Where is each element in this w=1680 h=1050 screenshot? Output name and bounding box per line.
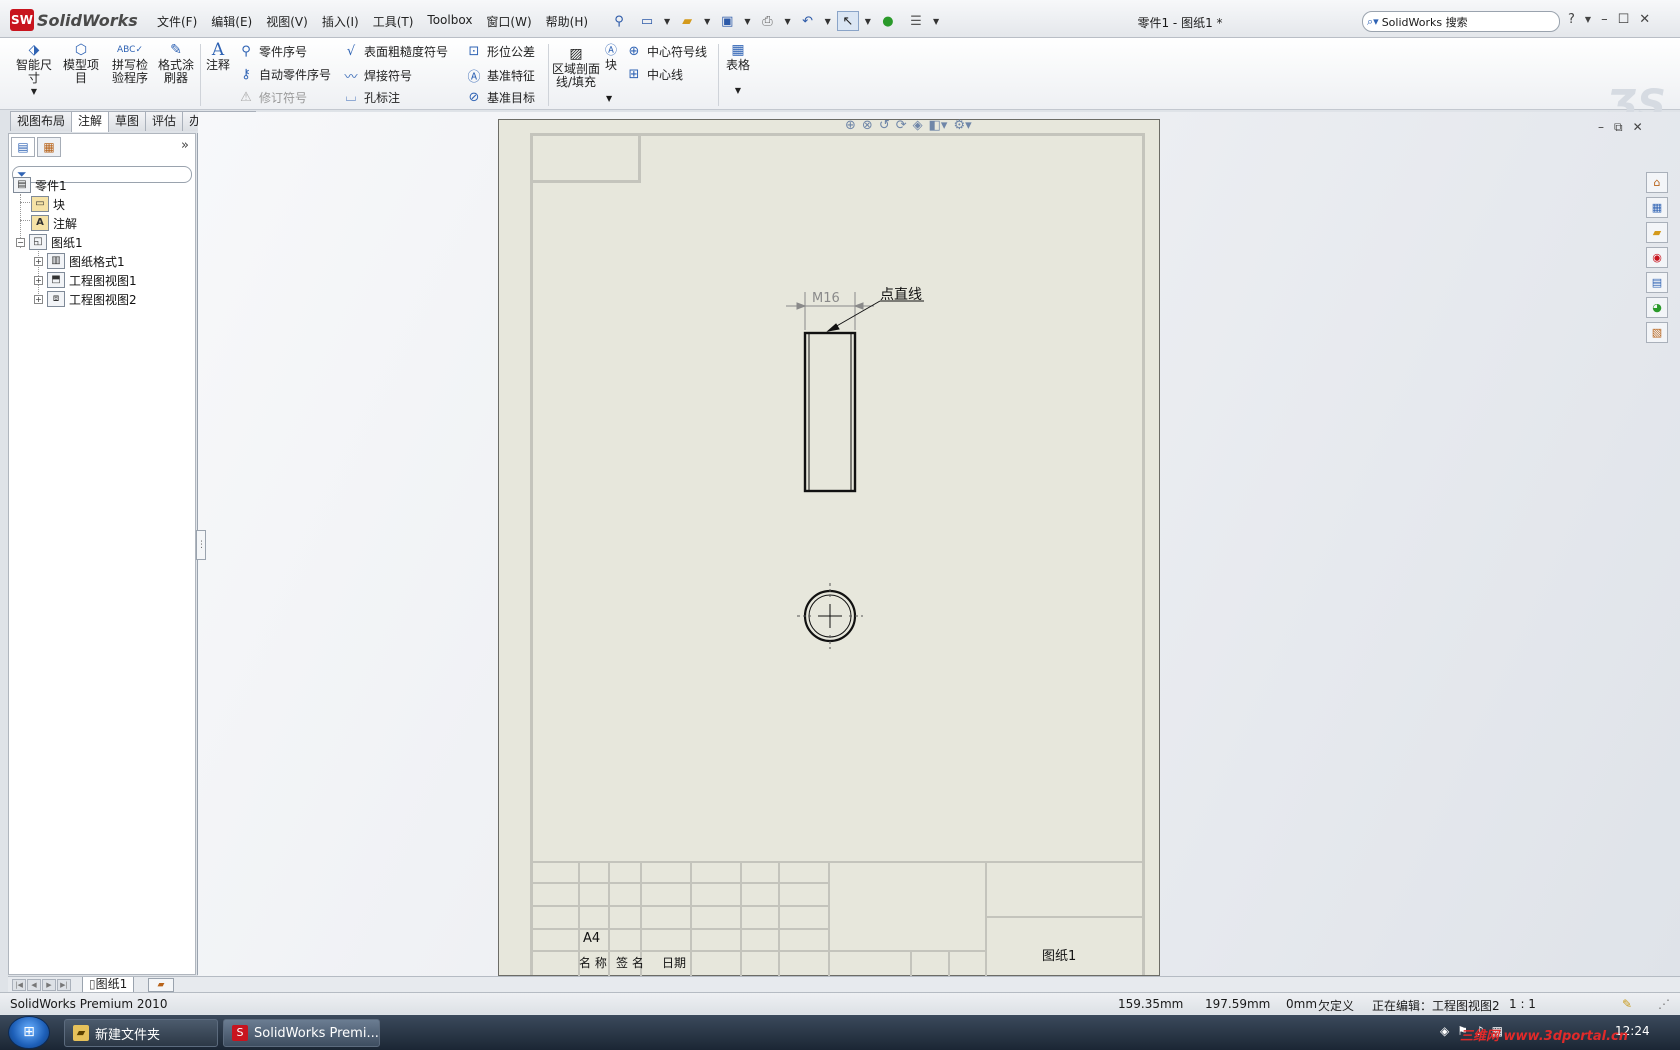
rebuild-status-icon[interactable]: ✎ xyxy=(1622,997,1632,1011)
cursor-z: 0mm xyxy=(1286,997,1318,1011)
taskbar-item-label: 新建文件夹 xyxy=(95,1027,161,1043)
title-block-line xyxy=(530,928,830,930)
circle-view[interactable] xyxy=(797,583,863,649)
paper-size-cell: A4 xyxy=(583,931,601,946)
title-block-line xyxy=(690,861,692,976)
view-palette-icon[interactable]: ▤ xyxy=(1646,272,1668,293)
sheet-navigation: |◀ ◀ ▶ ▶| xyxy=(12,979,71,991)
title-block-line xyxy=(948,950,950,976)
sheet-tab-label: 图纸1 xyxy=(95,977,128,991)
title-block-line xyxy=(985,861,987,976)
title-block-line xyxy=(910,950,912,976)
taskbar-item-solidworks[interactable]: S SolidWorks Premi... xyxy=(223,1019,380,1047)
title-block-date-label: 日期 xyxy=(662,956,687,970)
status-bar: SolidWorks Premium 2010 159.35mm 197.59m… xyxy=(0,992,1680,1014)
windows-start-button[interactable]: ⊞ xyxy=(8,1016,50,1049)
first-sheet-icon[interactable]: |◀ xyxy=(12,979,26,991)
drawing-geometry xyxy=(786,292,924,649)
sheet-scale[interactable]: 1 : 1 xyxy=(1509,997,1536,1011)
title-block-line xyxy=(530,882,830,884)
title-block-line xyxy=(740,861,742,976)
folder-icon: ▰ xyxy=(73,1025,89,1041)
next-sheet-icon[interactable]: ▶ xyxy=(42,979,56,991)
front-view-rectangle[interactable] xyxy=(803,331,857,493)
taskbar-item-label: SolidWorks Premi... xyxy=(254,1025,379,1041)
add-sheet-icon[interactable]: ▰ xyxy=(148,978,174,992)
cursor-x: 159.35mm xyxy=(1118,997,1184,1011)
editing-status: 正在编辑：工程图视图2 xyxy=(1372,999,1500,1013)
title-block-line xyxy=(530,905,830,907)
sheet-tabs-bar: |◀ ◀ ▶ ▶| ▯图纸1 ▰ xyxy=(8,976,1680,993)
title-block-line xyxy=(530,861,1145,863)
windows-taskbar: ⊞ ▰ 新建文件夹 S SolidWorks Premi... ◈ ⚑ ♪ ▦ … xyxy=(0,1015,1680,1050)
prev-sheet-icon[interactable]: ◀ xyxy=(27,979,41,991)
solidworks-app-icon: S xyxy=(232,1025,248,1041)
title-block-line xyxy=(608,861,610,976)
task-pane: ⌂ ▦ ▰ ◉ ▤ ◕ ▧ xyxy=(1646,172,1670,343)
title-block-line xyxy=(530,950,985,952)
appearances-icon[interactable]: ◕ xyxy=(1646,297,1668,318)
site-watermark: 三维网 www.3dportal.cn xyxy=(1460,1029,1629,1044)
sheet-icon: ▯ xyxy=(89,977,96,991)
title-block-line xyxy=(778,861,780,976)
define-state: 欠定义 xyxy=(1318,999,1355,1013)
search-results-icon[interactable]: ◉ xyxy=(1646,247,1668,268)
design-library-icon[interactable]: ▦ xyxy=(1646,197,1668,218)
title-block-line xyxy=(828,861,830,976)
product-name: SolidWorks Premium 2010 xyxy=(10,997,168,1011)
custom-properties-icon[interactable]: ▧ xyxy=(1646,322,1668,343)
taskbar-item-folder[interactable]: ▰ 新建文件夹 xyxy=(64,1019,218,1047)
home-icon[interactable]: ⌂ xyxy=(1646,172,1668,193)
title-block-sign-label: 签 名 xyxy=(616,956,644,970)
tray-icon[interactable]: ◈ xyxy=(1440,1024,1449,1038)
leader-note-text[interactable]: 点直线 xyxy=(880,284,922,304)
resize-grip-icon[interactable]: ⋰ xyxy=(1658,997,1670,1011)
title-block-name-label: 名 称 xyxy=(579,956,607,970)
sheet-tab[interactable]: ▯图纸1 xyxy=(82,977,135,993)
file-explorer-icon[interactable]: ▰ xyxy=(1646,222,1668,243)
dimension-text[interactable]: M16 xyxy=(812,291,840,306)
last-sheet-icon[interactable]: ▶| xyxy=(57,979,71,991)
cursor-y: 197.59mm xyxy=(1205,997,1271,1011)
title-block-line xyxy=(985,916,1145,918)
title-block-sheet-name: 图纸1 xyxy=(1042,949,1077,964)
